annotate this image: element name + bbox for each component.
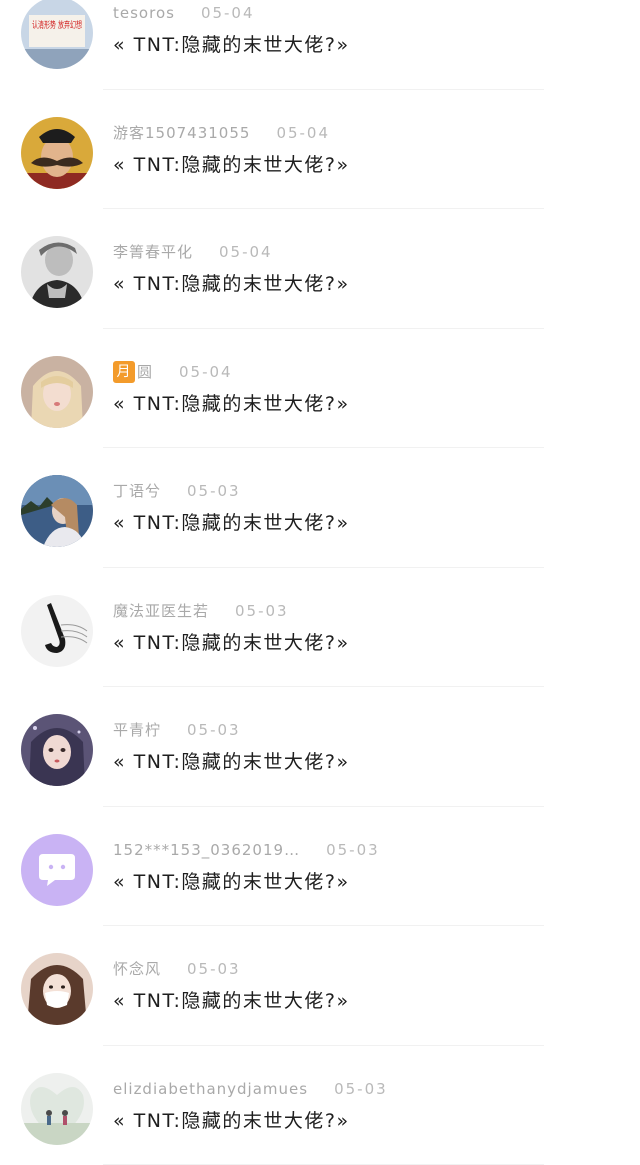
- comment-date: 05-03: [235, 602, 289, 620]
- comment-meta: 丁语兮 05-03: [113, 480, 241, 502]
- comment-text: « TNT:隐藏的末世大佬?»: [113, 1106, 350, 1136]
- comment-item[interactable]: 丁语兮 05-03 « TNT:隐藏的末世大佬?»: [0, 448, 640, 568]
- comment-meta: 月圆 05-04: [113, 361, 233, 383]
- comment-meta: elizdiabethanydjamues 05-03: [113, 1078, 388, 1100]
- comment-meta: 李箐春平化 05-04: [113, 241, 273, 263]
- username[interactable]: 152***153_0362019…: [113, 841, 300, 859]
- username[interactable]: elizdiabethanydjamues: [113, 1080, 308, 1098]
- username[interactable]: 魔法亚医生若: [113, 602, 209, 620]
- comment-item[interactable]: 游客1507431055 05-04 « TNT:隐藏的末世大佬?»: [0, 90, 640, 210]
- username[interactable]: 怀念风: [113, 960, 161, 978]
- comment-text: « TNT:隐藏的末世大佬?»: [113, 150, 350, 180]
- comment-text: « TNT:隐藏的末世大佬?»: [113, 867, 350, 897]
- comment-item[interactable]: 平青柠 05-03 « TNT:隐藏的末世大佬?»: [0, 687, 640, 807]
- comment-date: 05-03: [187, 960, 241, 978]
- comment-text: « TNT:隐藏的末世大佬?»: [113, 389, 350, 419]
- comment-text: « TNT:隐藏的末世大佬?»: [113, 30, 350, 60]
- comment-item[interactable]: 152***153_0362019… 05-03 « TNT:隐藏的末世大佬?»: [0, 807, 640, 927]
- comment-meta: 游客1507431055 05-04: [113, 122, 330, 144]
- mustache-man-avatar[interactable]: [21, 117, 93, 189]
- comment-item[interactable]: elizdiabethanydjamues 05-03 « TNT:隐藏的末世大佬…: [0, 1046, 640, 1165]
- comment-date: 05-04: [276, 124, 330, 142]
- comment-date: 05-03: [187, 721, 241, 739]
- comment-text: « TNT:隐藏的末世大佬?»: [113, 508, 350, 538]
- comment-text: « TNT:隐藏的末世大佬?»: [113, 269, 350, 299]
- girl-outdoor-avatar[interactable]: [21, 475, 93, 547]
- comment-meta: tesoros 05-04: [113, 2, 255, 24]
- saxophone-avatar[interactable]: [21, 595, 93, 667]
- username[interactable]: 圆: [137, 363, 153, 381]
- comment-date: 05-03: [326, 841, 380, 859]
- banner-avatar[interactable]: 认清形势 放弃幻想: [21, 0, 93, 69]
- comment-date: 05-04: [219, 243, 273, 261]
- username[interactable]: tesoros: [113, 4, 175, 22]
- masked-girl-avatar[interactable]: [21, 953, 93, 1025]
- username[interactable]: 李箐春平化: [113, 243, 193, 261]
- comment-text: « TNT:隐藏的末世大佬?»: [113, 628, 350, 658]
- grayscale-person-avatar[interactable]: [21, 236, 93, 308]
- comment-meta: 魔法亚医生若 05-03: [113, 600, 289, 622]
- comment-item[interactable]: 李箐春平化 05-04 « TNT:隐藏的末世大佬?»: [0, 209, 640, 329]
- anime-girl-avatar[interactable]: [21, 714, 93, 786]
- comment-item[interactable]: 怀念风 05-03 « TNT:隐藏的末世大佬?»: [0, 926, 640, 1046]
- username[interactable]: 丁语兮: [113, 482, 161, 500]
- comment-text: « TNT:隐藏的末世大佬?»: [113, 747, 350, 777]
- comment-item[interactable]: 认清形势 放弃幻想 tesoros 05-04 « TNT:隐藏的末世大佬?»: [0, 0, 640, 90]
- comment-meta: 平青柠 05-03: [113, 719, 241, 741]
- comment-item[interactable]: 月圆 05-04 « TNT:隐藏的末世大佬?»: [0, 329, 640, 449]
- comment-list: 认清形势 放弃幻想 tesoros 05-04 « TNT:隐藏的末世大佬?» 游…: [0, 0, 640, 1165]
- username[interactable]: 游客1507431055: [113, 124, 250, 142]
- month-badge-icon: 月: [113, 361, 135, 383]
- comment-date: 05-03: [334, 1080, 388, 1098]
- comment-item[interactable]: 魔法亚医生若 05-03 « TNT:隐藏的末世大佬?»: [0, 568, 640, 688]
- chat-bubble-avatar[interactable]: [21, 834, 93, 906]
- blonde-girl-avatar[interactable]: [21, 356, 93, 428]
- couple-heart-avatar[interactable]: [21, 1073, 93, 1145]
- comment-meta: 怀念风 05-03: [113, 958, 241, 980]
- username[interactable]: 平青柠: [113, 721, 161, 739]
- comment-date: 05-04: [201, 4, 255, 22]
- comment-meta: 152***153_0362019… 05-03: [113, 839, 380, 861]
- comment-date: 05-04: [179, 363, 233, 381]
- banner-line-1: 认清形势 放弃幻想: [32, 19, 82, 31]
- comment-date: 05-03: [187, 482, 241, 500]
- comment-text: « TNT:隐藏的末世大佬?»: [113, 986, 350, 1016]
